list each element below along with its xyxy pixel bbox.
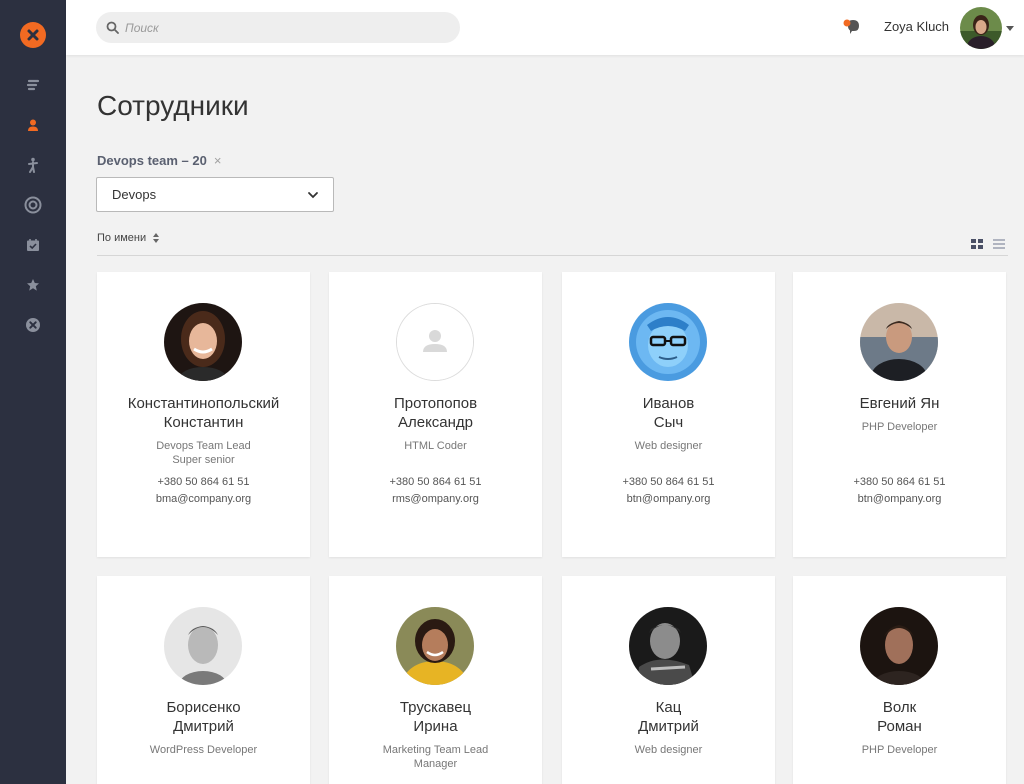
sort-arrows-icon [153, 233, 160, 243]
star-icon [27, 279, 39, 291]
employee-name: Протопопов Александр [393, 395, 478, 431]
employee-name: Волк Роман [877, 699, 922, 735]
employee-name: Трускавец Ирина [399, 699, 472, 735]
employee-phone: +380 50 864 61 51 [157, 476, 250, 488]
target-icon [24, 196, 42, 214]
employee-photo [629, 303, 707, 381]
employee-email[interactable]: btn@ompany.org [793, 493, 1006, 505]
employee-photo [860, 607, 938, 685]
team-select-value: Devops [112, 187, 157, 202]
employee-card[interactable]: Евгений Ян PHP Developer +380 50 864 61 … [793, 272, 1006, 557]
employee-photo [164, 607, 242, 685]
sidebar-item-target[interactable] [21, 193, 45, 217]
employee-name: Константинопольский Константин [127, 395, 280, 431]
search-input[interactable] [125, 20, 445, 35]
employee-name: Борисенко Дмитрий [166, 699, 241, 735]
employee-name: Кац Дмитрий [638, 699, 699, 735]
search-icon [106, 21, 119, 34]
employee-card[interactable]: Трускавец Ирина Marketing Team Lead Manage… [329, 576, 542, 784]
employee-photo [164, 303, 242, 381]
avatar-placeholder-icon [396, 303, 474, 381]
calendar-check-icon [27, 239, 39, 251]
person-icon [28, 157, 38, 173]
close-circle-icon [26, 318, 40, 332]
employee-card[interactable]: Константинопольский Константин Devops Tea… [97, 272, 310, 557]
topbar: Zoya Kluch [66, 0, 1024, 55]
employee-role: PHP Developer [861, 744, 938, 756]
sidebar-item-employees[interactable] [21, 113, 45, 137]
employee-role: Web designer [634, 440, 703, 452]
employee-email[interactable]: btn@ompany.org [562, 493, 775, 505]
sidebar [0, 0, 66, 784]
user-icon [28, 119, 38, 131]
user-name[interactable]: Zoya Kluch [884, 19, 949, 34]
employee-role: Marketing Team Lead Manager [382, 744, 489, 770]
filter-tag: Devops team – 20 × [97, 153, 221, 168]
list-icon [26, 79, 40, 91]
notifications-button[interactable] [842, 17, 862, 37]
employee-phone: +380 50 864 61 51 [389, 476, 482, 488]
search-box[interactable] [96, 12, 460, 43]
employee-email[interactable]: bma@company.org [97, 493, 310, 505]
employee-photo [629, 607, 707, 685]
employee-role: Devops Team Lead Super senior [156, 440, 251, 466]
employee-card[interactable]: Протопопов Александр HTML Coder +380 50 8… [329, 272, 542, 557]
sidebar-item-calendar[interactable] [21, 233, 45, 257]
chat-notification-icon [843, 19, 859, 34]
employee-role: Web designer [634, 744, 703, 756]
employee-name: Евгений Ян [859, 395, 940, 412]
grid-icon [971, 239, 983, 249]
filter-remove-button[interactable]: × [214, 153, 222, 168]
employee-phone: +380 50 864 61 51 [622, 476, 715, 488]
sidebar-item-list[interactable] [21, 73, 45, 97]
user-menu-caret-icon[interactable] [1006, 26, 1014, 31]
list-view-button[interactable] [993, 236, 1005, 249]
sort-label: По имени [97, 232, 147, 244]
employee-card[interactable]: Волк Роман PHP Developer [793, 576, 1006, 784]
divider [97, 255, 1008, 256]
sidebar-item-favorites[interactable] [21, 273, 45, 297]
app-logo-icon[interactable] [20, 22, 46, 48]
filter-tag-label: Devops team – 20 [97, 153, 207, 168]
team-select[interactable]: Devops [96, 177, 334, 212]
employee-card[interactable]: Кац Дмитрий Web designer [562, 576, 775, 784]
employee-card[interactable]: Иванов Сыч Web designer +380 50 864 61 51… [562, 272, 775, 557]
sort-control[interactable]: По имени [97, 232, 160, 244]
list-view-icon [993, 239, 1005, 249]
employee-card[interactable]: Борисенко Дмитрий WordPress Developer [97, 576, 310, 784]
employee-role: HTML Coder [404, 440, 467, 452]
sidebar-item-close[interactable] [21, 313, 45, 337]
employee-name: Иванов Сыч [642, 395, 695, 431]
employee-photo [396, 607, 474, 685]
employee-phone: +380 50 864 61 51 [853, 476, 946, 488]
employee-role: WordPress Developer [149, 744, 258, 756]
employee-email[interactable]: rms@ompany.org [329, 493, 542, 505]
chevron-down-icon [308, 192, 318, 199]
employee-photo [860, 303, 938, 381]
sidebar-item-person[interactable] [21, 153, 45, 177]
grid-view-button[interactable] [971, 236, 983, 249]
page-title: Сотрудники [97, 90, 249, 121]
employee-role: PHP Developer [861, 421, 938, 433]
user-avatar[interactable] [960, 7, 1002, 49]
